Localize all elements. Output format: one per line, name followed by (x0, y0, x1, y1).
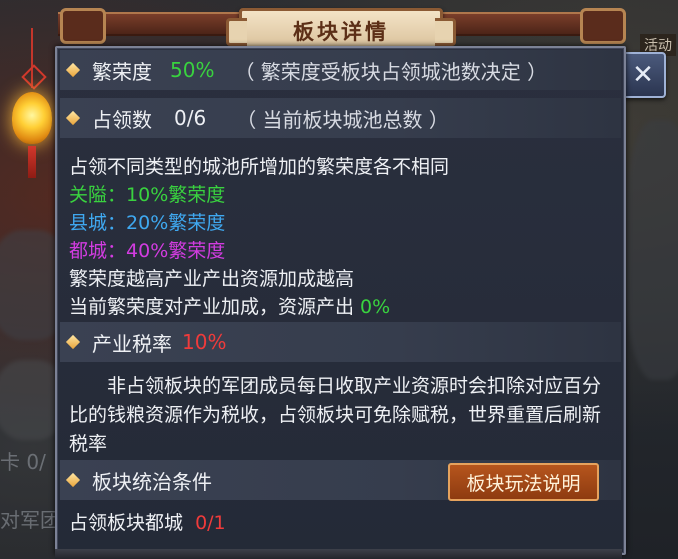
capital-value: 40%繁荣度 (126, 240, 226, 262)
occupied-label: 占领数 (92, 107, 152, 132)
page-title: 板块详情 (293, 20, 389, 44)
condition-value: 0/1 (195, 512, 226, 534)
county-label: 县城： (69, 212, 127, 234)
condition-label: 占领板块都城 (69, 512, 184, 534)
background-rock (625, 120, 678, 380)
occupied-value: 0/6 (174, 106, 207, 130)
info-line: 占领不同类型的城池所增加的繁荣度各不相同 (69, 156, 450, 178)
panel-bottom-edge (55, 549, 622, 559)
pass-label: 关隘： (69, 184, 127, 206)
tax-row: 产业税率 10% (60, 322, 621, 362)
tax-label: 产业税率 (92, 331, 172, 356)
diamond-bullet-icon (65, 62, 81, 78)
diamond-bullet-icon (65, 110, 81, 126)
diamond-bullet-icon (65, 472, 81, 488)
industry-bonus-line: 当前繁荣度对产业加成，资源产出 0% (69, 292, 390, 319)
background-label: 对军团 (0, 508, 60, 532)
diamond-bullet-icon (65, 334, 81, 350)
county-value: 20%繁荣度 (126, 212, 226, 234)
tax-value: 10% (182, 330, 227, 354)
close-icon: ✕ (632, 60, 654, 90)
prosperity-note: （ 繁荣度受板块占领城池数决定 ） (234, 59, 548, 84)
prosperity-row: 繁荣度 50% （ 繁荣度受板块占领城池数决定 ） (60, 50, 621, 90)
rule-label: 板块统治条件 (92, 469, 212, 494)
info-line: 繁荣度越高产业产出资源加成越高 (69, 268, 355, 290)
occupied-note: （ 当前板块城池总数 ） (236, 107, 449, 132)
pass-prosperity: 关隘：10%繁荣度 (69, 180, 225, 207)
pass-value: 10%繁荣度 (126, 184, 226, 206)
prosperity-value: 50% (170, 58, 215, 82)
corner-ornament (60, 8, 106, 44)
background-label: 卡 0/ (0, 450, 46, 474)
capital-label: 都城： (69, 240, 127, 262)
prosperity-label: 繁荣度 (92, 59, 152, 84)
rule-row: 板块统治条件 板块玩法说明 (60, 460, 621, 501)
capital-prosperity: 都城：40%繁荣度 (69, 236, 225, 263)
block-detail-panel: 繁荣度 50% （ 繁荣度受板块占领城池数决定 ） 占领数 0/6 （ 当前板块… (55, 46, 626, 555)
county-prosperity: 县城：20%繁荣度 (69, 208, 225, 235)
industry-bonus-label: 当前繁荣度对产业加成，资源产出 (69, 296, 361, 318)
lantern-icon (12, 28, 52, 178)
industry-bonus-value: 0% (360, 296, 391, 318)
corner-ornament (580, 8, 626, 44)
tax-description-block: 非占领板块的军团成员每日收取产业资源时会扣除对应百分比的钱粮资源作为税收，占领板… (57, 372, 624, 462)
close-button[interactable]: ✕ (620, 52, 666, 98)
rule-explanation-button[interactable]: 板块玩法说明 (448, 463, 599, 501)
rule-condition: 占领板块都城 0/1 (69, 508, 226, 535)
occupied-row: 占领数 0/6 （ 当前板块城池总数 ） (60, 98, 621, 138)
tax-description: 非占领板块的军团成员每日收取产业资源时会扣除对应百分比的钱粮资源作为税收，占领板… (69, 375, 602, 455)
